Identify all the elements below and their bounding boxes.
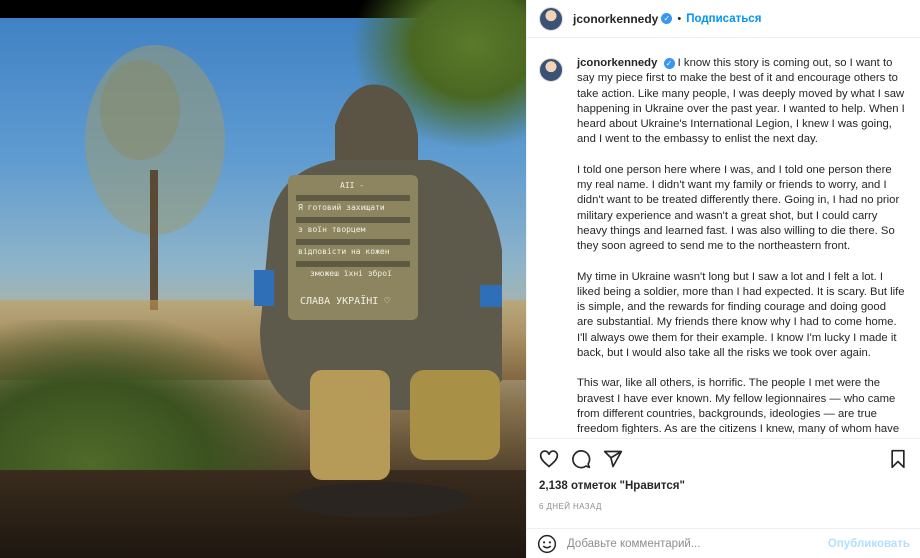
share-paper-plane-icon[interactable] — [601, 447, 625, 471]
bookmark-icon[interactable] — [886, 447, 910, 471]
caption-paragraph-2: I told one person here where I was, and … — [577, 163, 900, 253]
caption-username[interactable]: jconorkennedy — [577, 57, 657, 69]
caption-avatar[interactable] — [539, 58, 563, 82]
post-photo[interactable]: AII - Я готовий захищати з воїн творцем … — [0, 0, 526, 558]
avatar[interactable] — [539, 6, 563, 31]
patch-line-1: Я готовий захищати — [298, 203, 385, 212]
caption-comment: jconorkennedy ✓ I know this story is com… — [539, 56, 908, 434]
tree-illustration — [85, 45, 225, 310]
caption-paragraph-1: jconorkennedy ✓ I know this story is com… — [577, 57, 905, 146]
action-bar — [527, 438, 920, 478]
subscribe-button[interactable]: Подписаться — [686, 13, 761, 25]
caption-paragraph-3: My time in Ukraine wasn't long but I saw… — [577, 270, 905, 360]
post-header: jconorkennedy ✓ • Подписаться — [527, 0, 920, 38]
verified-badge-icon: ✓ — [661, 13, 673, 24]
caption-text: jconorkennedy ✓ I know this story is com… — [577, 56, 905, 434]
comment-bubble-icon[interactable] — [569, 447, 593, 471]
likes-count[interactable]: 2,138 отметок "Нравится" — [539, 480, 685, 492]
caption-verified-icon: ✓ — [663, 57, 675, 69]
caption-paragraph-4: This war, like all others, is horrific. … — [577, 377, 900, 434]
post-side-panel: jconorkennedy ✓ • Подписаться jconorkenn… — [526, 0, 920, 558]
separator-dot: • — [677, 12, 682, 25]
post-timestamp[interactable]: 6 ДНЕЙ НАЗАД — [539, 502, 602, 511]
add-comment-bar: Опубликовать — [527, 528, 920, 558]
comments-scroll-area[interactable]: jconorkennedy ✓ I know this story is com… — [527, 46, 920, 434]
emoji-smiley-icon[interactable] — [537, 534, 557, 554]
like-heart-icon[interactable] — [537, 447, 561, 471]
comment-input[interactable] — [567, 537, 828, 550]
publish-button[interactable]: Опубликовать — [828, 538, 910, 550]
username-link[interactable]: jconorkennedy — [573, 12, 658, 26]
patch-line-5: СЛАВА УКРАЇНІ ♡ — [300, 294, 390, 307]
patch-line-4: зможеш їхні зброї — [310, 268, 392, 278]
soldier-figure: AII - Я готовий захищати з воїн творцем … — [254, 84, 502, 518]
patch-top-text: AII - — [340, 181, 364, 190]
patch-line-2: з воїн творцем — [298, 225, 366, 234]
patch-line-3: відповісти на кожен — [298, 247, 390, 256]
